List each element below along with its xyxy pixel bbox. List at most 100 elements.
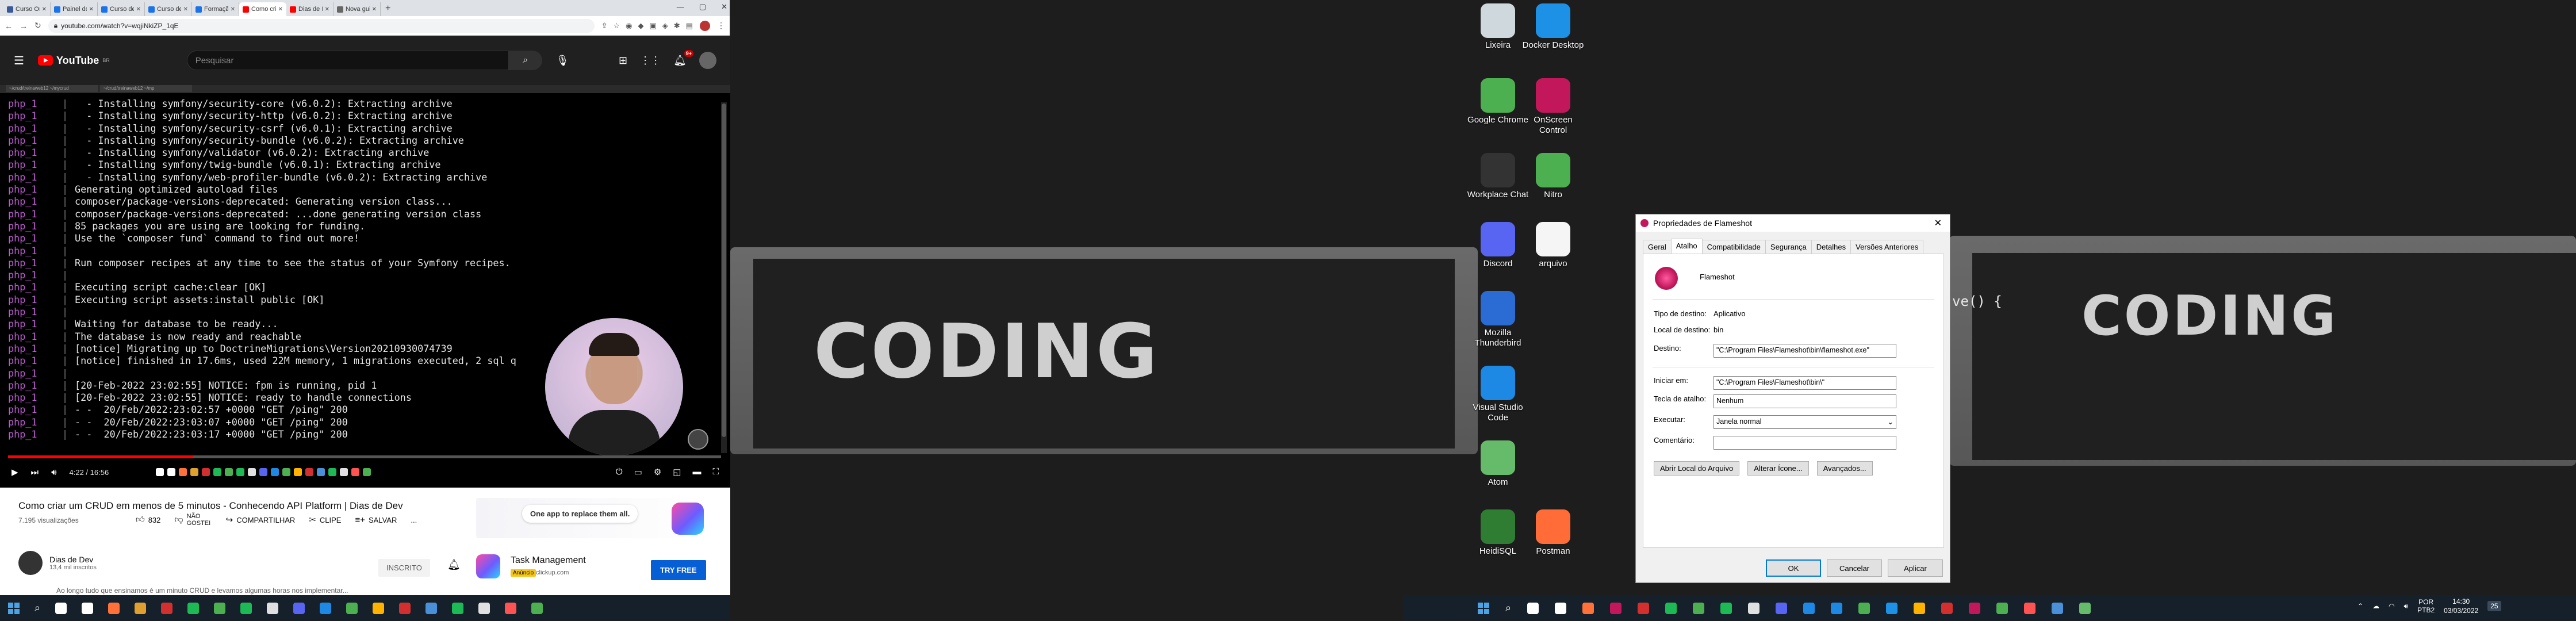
tab-close-icon[interactable]: ✕ — [372, 6, 377, 13]
dialog-tab[interactable]: Atalho — [1670, 239, 1703, 254]
user-avatar[interactable] — [699, 52, 716, 69]
taskbar-app-icon[interactable] — [135, 602, 147, 614]
taskbar-app-icon[interactable] — [1527, 602, 1539, 614]
browser-tab[interactable]: Curso de ✕ — [145, 2, 192, 16]
desktop-icon[interactable]: OnScreen Control — [1521, 78, 1585, 136]
run-select[interactable]: Janela normal ⌄ — [1713, 415, 1896, 429]
taskbar-search-icon[interactable]: ⌕ — [34, 602, 40, 614]
extension-icon[interactable]: ▣ — [650, 21, 657, 30]
taskbar-app-icon[interactable] — [531, 602, 543, 614]
taskbar-app-icon[interactable] — [505, 602, 517, 614]
taskbar-app-icon[interactable] — [1748, 602, 1760, 614]
change-icon-button[interactable]: Alterar Ícone... — [1747, 461, 1809, 476]
tab-close-icon[interactable]: ✕ — [231, 6, 235, 13]
taskbar-app-icon[interactable] — [55, 602, 67, 614]
taskbar-search-icon[interactable]: ⌕ — [1505, 602, 1511, 614]
extension-icon[interactable]: ◈ — [662, 21, 668, 30]
target-field[interactable]: "C:\Program Files\Flameshot\bin\flamesho… — [1713, 344, 1896, 358]
desktop-icon[interactable]: Visual Studio Code — [1466, 366, 1529, 423]
taskbar-app-icon[interactable] — [161, 602, 173, 614]
desktop-icon[interactable]: Google Chrome — [1466, 78, 1529, 125]
desktop-icon[interactable]: Mozilla Thunderbird — [1466, 291, 1529, 348]
taskbar-app-icon[interactable] — [2052, 602, 2064, 614]
dialog-tab[interactable]: Versões Anteriores — [1850, 240, 1924, 255]
subscribe-button[interactable]: INSCRITO — [378, 559, 430, 577]
search-button[interactable]: ⌕ — [508, 51, 542, 70]
back-icon[interactable]: ← — [5, 21, 13, 30]
taskbar-app-icon[interactable] — [1555, 602, 1567, 614]
advanced-button[interactable]: Avançados... — [1816, 461, 1873, 476]
tab-close-icon[interactable]: ✕ — [89, 6, 94, 13]
minimize-icon[interactable]: — — [677, 2, 684, 12]
notification-bell-icon[interactable]: 🔔︎ — [447, 559, 461, 571]
microphone-icon[interactable]: 🎙︎ — [556, 55, 569, 67]
browser-tab[interactable]: Curso Onl✕ — [3, 2, 51, 16]
start-in-field[interactable]: "C:\Program Files\Flameshot\bin\" — [1713, 376, 1896, 390]
taskbar-app-icon[interactable] — [1693, 602, 1705, 614]
taskbar-app-icon[interactable] — [1886, 602, 1898, 614]
desktop-icon[interactable]: Nitro — [1521, 153, 1585, 200]
taskbar-app-icon[interactable] — [82, 602, 94, 614]
clock-right[interactable]: 14:30 03/03/2022 — [2444, 597, 2478, 615]
taskbar-app-icon[interactable] — [478, 602, 490, 614]
try-free-button[interactable]: TRY FREE — [651, 560, 706, 580]
sponsored-ad[interactable]: One app to replace them all. Task Manage… — [476, 498, 708, 584]
language-indicator[interactable]: POR PTB2 — [2417, 598, 2435, 614]
extension-icon[interactable]: ◉ — [626, 21, 632, 30]
desktop-icon[interactable]: Discord — [1466, 222, 1529, 269]
notification-center-icon[interactable]: 25 — [2487, 601, 2501, 611]
browser-tab[interactable]: Curso de ✕ — [98, 2, 145, 16]
taskbar-app-icon[interactable] — [108, 602, 120, 614]
taskbar-app-icon[interactable] — [1665, 602, 1677, 614]
youtube-logo[interactable]: YouTube BR — [37, 55, 110, 67]
taskbar-app-icon[interactable] — [1996, 602, 2008, 614]
menu-dots-icon[interactable]: ⋮ — [717, 21, 725, 30]
apps-grid-icon[interactable]: ⋮⋮ — [640, 55, 661, 67]
reload-icon[interactable]: ↻ — [34, 21, 41, 30]
share-button[interactable]: ↪ COMPARTILHAR — [226, 515, 296, 525]
tab-close-icon[interactable]: ✕ — [183, 6, 188, 13]
taskbar-app-icon[interactable] — [1969, 602, 1981, 614]
shortcut-key-field[interactable]: Nenhum — [1713, 394, 1896, 408]
dialog-tab[interactable]: Compatibilidade — [1701, 240, 1766, 255]
browser-tab[interactable]: Como cria✕ — [239, 2, 286, 16]
maximize-icon[interactable]: ▢ — [699, 2, 706, 12]
tab-close-icon[interactable]: ✕ — [325, 6, 329, 13]
autoplay-toggle-icon[interactable]: ⏻ — [616, 467, 623, 477]
miniplayer-icon[interactable]: ◱ — [673, 467, 681, 477]
browser-tab[interactable]: Painel do ✕ — [51, 2, 98, 16]
clip-button[interactable]: ✂ CLIPE — [309, 515, 341, 525]
hamburger-icon[interactable]: ☰ — [14, 53, 24, 68]
desktop-icon[interactable]: Atom — [1466, 440, 1529, 488]
desktop-icon[interactable]: HeidiSQL — [1466, 509, 1529, 557]
taskbar-app-icon[interactable] — [425, 602, 438, 614]
play-icon[interactable]: ▶ — [12, 467, 18, 477]
channel-name[interactable]: Dias de Dev — [49, 555, 97, 564]
taskbar-app-icon[interactable] — [1914, 602, 1926, 614]
search-input[interactable]: Pesquisar — [186, 51, 509, 70]
dislike-button[interactable]: 👎︎ NÃO GOSTEI — [174, 513, 212, 527]
taskbar-app-icon[interactable] — [240, 602, 252, 614]
taskbar-app-icon[interactable] — [1858, 602, 1870, 614]
tab-close-icon[interactable]: ✕ — [136, 6, 141, 13]
tab-close-icon[interactable]: ✕ — [278, 6, 283, 13]
apply-button[interactable]: Aplicar — [1888, 559, 1943, 577]
taskbar-app-icon[interactable] — [1720, 602, 1732, 614]
share-page-icon[interactable]: ⇪ — [601, 21, 608, 30]
url-field[interactable]: 🔒︎ youtube.com/watch?v=wqjiNkiZP_1qE — [48, 18, 595, 33]
desktop-icon[interactable]: arquivo — [1521, 222, 1585, 269]
subtitles-icon[interactable]: ▭ — [634, 467, 642, 477]
taskbar-app-icon[interactable] — [1610, 602, 1622, 614]
ok-button[interactable]: OK — [1766, 559, 1821, 577]
dialog-tab[interactable]: Geral — [1643, 240, 1672, 255]
speaker-icon[interactable]: 🔊︎ — [2404, 602, 2409, 611]
video-player[interactable]: ~/crud/treinaweb12 ~/mycrud ~/crud/trein… — [0, 85, 730, 488]
taskbar-app-icon[interactable] — [399, 602, 411, 614]
taskbar-app-icon[interactable] — [2024, 602, 2036, 614]
more-button[interactable]: ... — [411, 516, 417, 524]
open-file-location-button[interactable]: Abrir Local do Arquivo — [1654, 461, 1740, 476]
ad-banner[interactable]: One app to replace them all. — [476, 498, 708, 538]
desktop-icon[interactable]: Docker Desktop — [1521, 3, 1585, 51]
puzzle-icon[interactable]: ✱ — [674, 21, 680, 30]
comment-field[interactable] — [1713, 436, 1896, 450]
